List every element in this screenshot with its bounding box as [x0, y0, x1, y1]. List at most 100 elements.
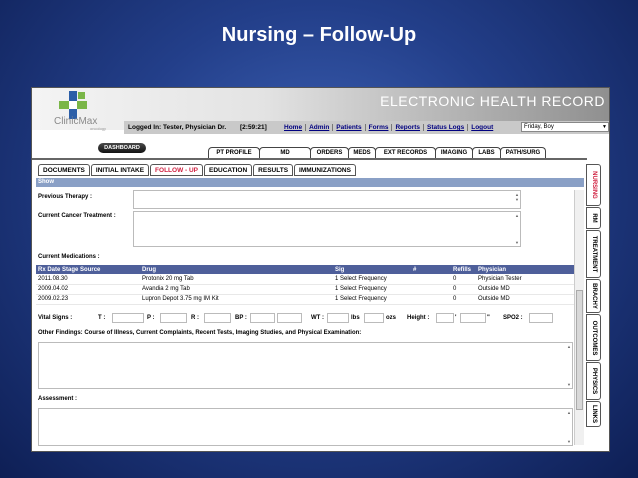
drug: Avandia 2 mg Tab — [140, 284, 333, 295]
temp-field[interactable] — [112, 313, 144, 323]
bp-systolic-field[interactable] — [250, 313, 275, 323]
follow-up-form: Previous Therapy : ▲ ▼ Current Cancer Tre… — [36, 190, 584, 450]
refills: 0 — [451, 274, 476, 285]
assessment-field[interactable]: ▲ ▼ — [38, 408, 573, 446]
side-tab-physics[interactable]: PHYSICS — [586, 362, 601, 400]
tab-ext-records[interactable]: EXT RECORDS — [375, 147, 436, 158]
side-tab-nursing[interactable]: NURSING — [586, 164, 601, 206]
table-row[interactable]: 2009.04.02 Avandia 2 mg Tab 1 Select Fre… — [36, 284, 584, 295]
other-findings-label: Other Findings: Course of Illness, Curre… — [38, 330, 362, 336]
count — [411, 284, 451, 295]
height-in-field[interactable] — [460, 313, 486, 323]
col-count: # — [411, 265, 451, 274]
nav-admin-link[interactable]: Admin — [306, 124, 334, 131]
medications-header-row: Rx Date Stage Source Drug Sig # Refills … — [36, 265, 584, 274]
col-drug: Drug — [140, 265, 333, 274]
current-cancer-treatment-label: Current Cancer Treatment : — [38, 213, 116, 219]
spo2-label: SPO2 : — [503, 315, 523, 321]
bp-diastolic-field[interactable] — [277, 313, 302, 323]
previous-therapy-field[interactable]: ▲ ▼ — [133, 190, 521, 209]
tab-path-surg[interactable]: PATH/SURG — [500, 147, 546, 158]
col-sig: Sig — [333, 265, 411, 274]
tab-follow-up[interactable]: FOLLOW - UP — [150, 164, 204, 176]
col-refills: Refills — [451, 265, 476, 274]
assessment-label: Assessment : — [38, 396, 78, 402]
tab-initial-intake[interactable]: INITIAL INTAKE — [90, 164, 150, 176]
physician: Physician Tester — [476, 274, 584, 285]
other-findings-field[interactable]: ▲ ▼ — [38, 342, 573, 389]
bp-label: BP : — [235, 315, 247, 321]
spo2-field[interactable] — [529, 313, 553, 323]
tab-immunizations[interactable]: IMMUNIZATIONS — [294, 164, 356, 176]
sig: 1 Select Frequency — [333, 294, 411, 305]
tab-pt-profile[interactable]: PT PROFILE — [208, 147, 260, 158]
nav-forms-link[interactable]: Forms — [366, 124, 393, 131]
scrollbar-thumb[interactable] — [576, 290, 583, 410]
count — [411, 274, 451, 285]
weight-label: WT : — [311, 315, 324, 321]
scroll-down-icon: ▼ — [567, 382, 571, 387]
tab-documents[interactable]: DOCUMENTS — [38, 164, 90, 176]
tab-labs[interactable]: LABS — [472, 147, 501, 158]
vital-signs-label: Vital Signs : — [38, 315, 73, 321]
nav-links: Home Admin Patients Forms Reports Status… — [281, 124, 496, 131]
height-label: Height : — [407, 315, 430, 321]
drug: Lupron Depot 3.75 mg IM Kit — [140, 294, 333, 305]
nav-status-logs-link[interactable]: Status Logs — [424, 124, 469, 131]
dashboard-button[interactable]: DASHBOARD — [98, 143, 146, 153]
side-tab-rm[interactable]: RM — [586, 207, 601, 229]
session-timer: [2:59:21] — [240, 124, 267, 131]
scroll-up-icon: ▲ — [515, 213, 519, 218]
side-tab-outcomes[interactable]: OUTCOMES — [586, 314, 601, 361]
count — [411, 294, 451, 305]
lbs-label: lbs — [351, 315, 360, 321]
weight-ozs-field[interactable] — [364, 313, 384, 323]
pulse-label: P : — [147, 315, 155, 321]
tab-imaging[interactable]: IMAGING — [435, 147, 473, 158]
drug: Protonix 20 mg Tab — [140, 274, 333, 285]
tab-orders[interactable]: ORDERS — [310, 147, 349, 158]
inch-mark: " — [487, 315, 490, 321]
side-tab-brachy[interactable]: BRACHY — [586, 279, 601, 313]
clinicmax-logo-icon — [59, 91, 87, 119]
scroll-down-icon: ▼ — [567, 439, 571, 444]
table-row[interactable]: 2009.02.23 Lupron Depot 3.75 mg IM Kit 1… — [36, 294, 584, 305]
rx-date: 2011.08.30 — [36, 274, 140, 285]
medications-table: Rx Date Stage Source Drug Sig # Refills … — [36, 265, 584, 305]
tab-education[interactable]: EDUCATION — [204, 164, 253, 176]
nav-reports-link[interactable]: Reports — [392, 124, 425, 131]
side-tab-links[interactable]: LINKS — [586, 401, 601, 427]
height-ft-field[interactable] — [436, 313, 454, 323]
sig: 1 Select Frequency — [333, 284, 411, 295]
logged-in-user: Logged In: Tester, Physician Dr. — [128, 124, 227, 131]
ozs-label: ozs — [386, 315, 397, 321]
top-bar: Logged In: Tester, Physician Dr. [2:59:2… — [124, 121, 609, 134]
weight-lbs-field[interactable] — [327, 313, 349, 323]
side-tab-treatment[interactable]: TREATMENT — [586, 230, 601, 278]
previous-therapy-label: Previous Therapy : — [38, 194, 93, 200]
nav-patients-link[interactable]: Patients — [333, 124, 366, 131]
refills: 0 — [451, 284, 476, 295]
tab-results[interactable]: RESULTS — [253, 164, 294, 176]
current-cancer-treatment-field[interactable]: ▲ ▼ — [133, 211, 521, 247]
scroll-down-icon: ▼ — [515, 240, 519, 245]
col-rx-date-stage-source: Rx Date Stage Source — [36, 265, 140, 274]
rx-date: 2009.04.02 — [36, 284, 140, 295]
tab-md[interactable]: MD — [259, 147, 311, 158]
refills: 0 — [451, 294, 476, 305]
chevron-down-icon: ▼ — [602, 124, 607, 130]
resp-field[interactable] — [204, 313, 231, 323]
sig: 1 Select Frequency — [333, 274, 411, 285]
table-row[interactable]: 2011.08.30 Protonix 20 mg Tab 1 Select F… — [36, 274, 584, 285]
scroll-up-icon: ▲ — [567, 344, 571, 349]
show-toggle[interactable]: Show — [36, 178, 584, 187]
nav-home-link[interactable]: Home — [281, 124, 307, 131]
nav-logout-link[interactable]: Logout — [468, 124, 496, 131]
tab-meds[interactable]: MEDS — [348, 147, 376, 158]
main-scrollbar[interactable] — [574, 190, 584, 445]
col-physician: Physician — [476, 265, 584, 274]
physician: Outside MD — [476, 294, 584, 305]
vital-signs-row: Vital Signs : T : P : R : BP : WT : lbs … — [36, 313, 584, 324]
pulse-field[interactable] — [160, 313, 187, 323]
patient-select[interactable]: Friday, Boy ▼ — [521, 122, 609, 132]
